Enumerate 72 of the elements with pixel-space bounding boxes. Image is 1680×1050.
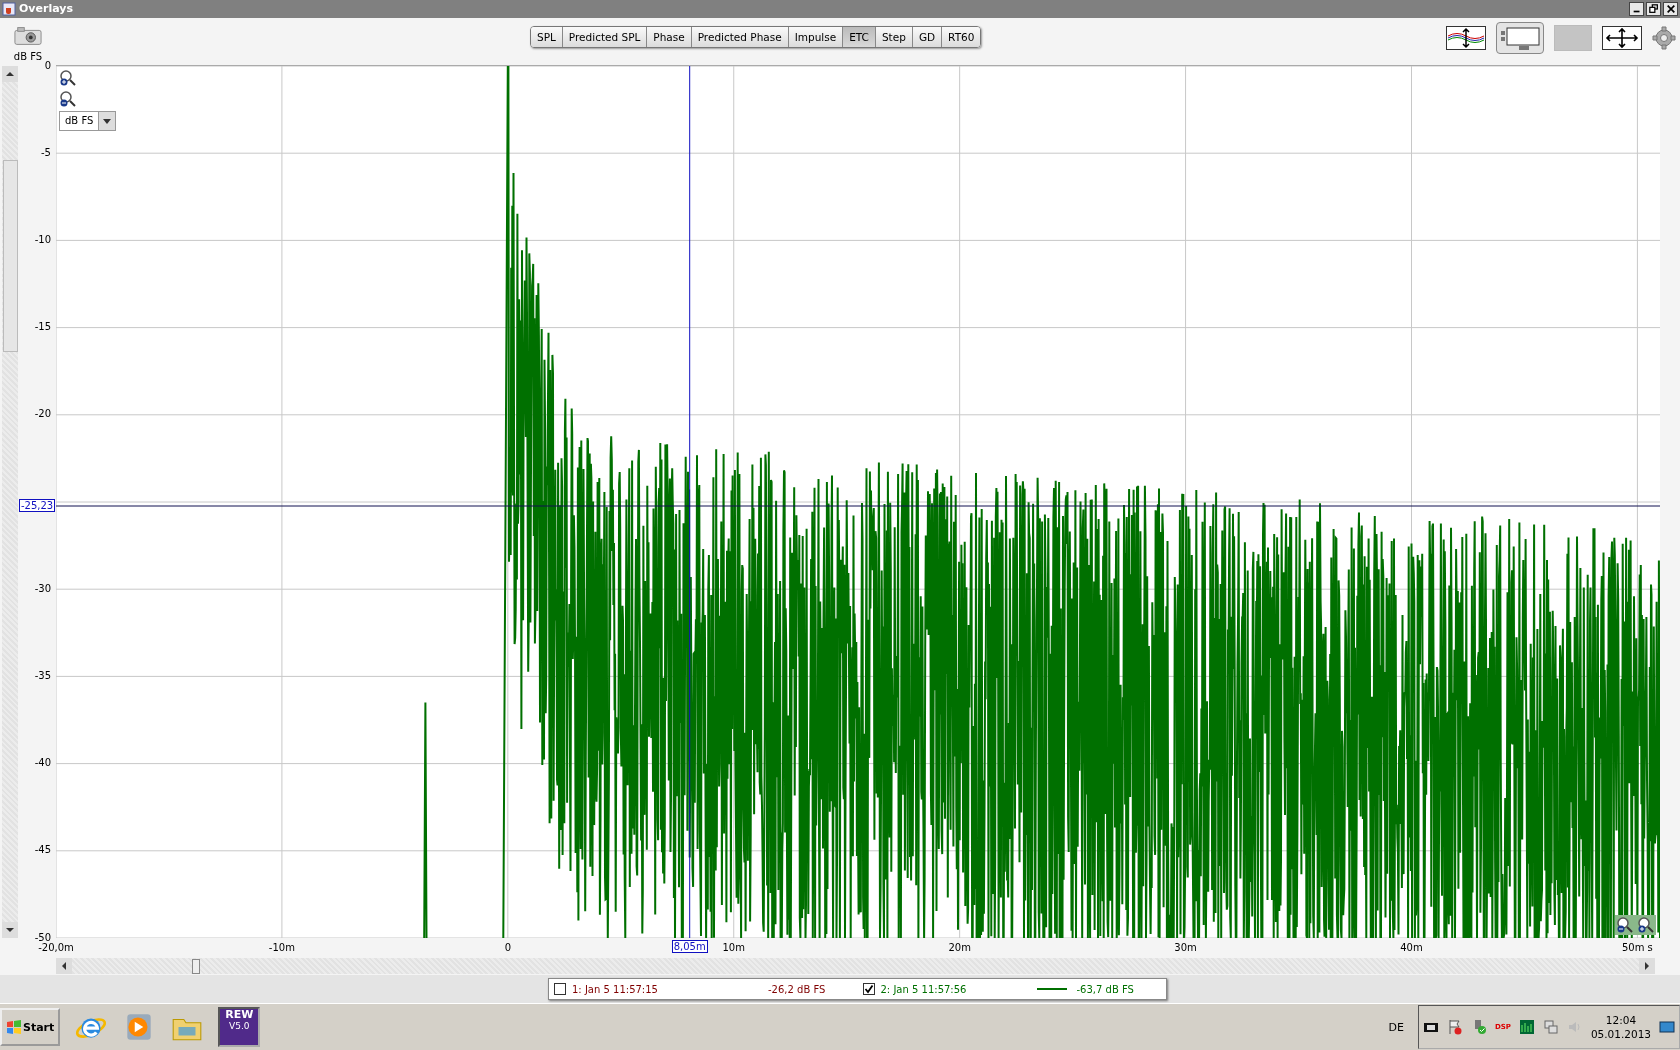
vertical-scrollbar[interactable] [2,65,18,938]
x-axis-label: -10m [268,941,295,953]
graph-tab[interactable]: Predicted Phase [690,26,788,47]
y-axis-label: -35 [34,670,51,682]
y-axis-label: 0 [44,59,51,71]
x-axis-label: 50m s [1622,941,1653,953]
zoom-in-icon[interactable] [1637,915,1655,934]
vertical-scale-button[interactable] [1446,25,1486,50]
scroll-left-icon[interactable] [56,957,72,974]
unit-dropdown[interactable]: dB FS [59,110,117,131]
y-axis-label: -15 [34,321,51,333]
clock-date[interactable]: 05.01.2013 [1590,1027,1651,1042]
windows-logo-icon[interactable] [6,1019,22,1036]
start-button[interactable]: Start [0,1008,61,1047]
network-icon[interactable] [1542,1019,1559,1036]
graph-tab[interactable]: Impulse [787,26,843,47]
measurement-label: 1: Jan 5 11:57:15 [572,983,659,995]
zoom-in-icon[interactable] [59,68,77,87]
cursor-value: -26,2 dB FS [768,983,826,995]
x-axis-label: -20,0m [38,941,74,953]
window-title: Overlays [19,2,73,16]
scroll-thumb[interactable] [3,159,18,352]
zoom-out-icon[interactable] [1616,915,1634,934]
settings-icon[interactable] [1652,25,1676,50]
checkbox[interactable] [554,983,566,996]
x-axis-label: 10m [722,941,745,953]
app-logo-version: V5.0 [229,1021,250,1032]
scroll-up-icon[interactable] [2,65,18,82]
flag-icon[interactable] [1446,1019,1463,1036]
graph-tab[interactable]: Predicted SPL [561,26,647,47]
cursor-level-label: -25,23 [19,498,56,512]
y-axis-label: -50 [34,931,51,943]
graph-tab[interactable]: ETC [842,26,875,47]
zoom-out-icon[interactable] [59,89,77,108]
camera-button[interactable] [14,25,42,46]
y-axis-label: -20 [34,408,51,420]
horizontal-scrollbar[interactable] [56,957,1655,974]
y-axis-label: -45 [34,844,51,856]
rew-app-button[interactable]: REW V5.0 [218,1007,261,1048]
cursor-value: -63,7 dB FS [1076,983,1134,995]
x-axis-label: 0 [504,941,511,953]
scroll-down-icon[interactable] [2,921,18,938]
caret-icon[interactable] [98,111,116,130]
y-axis-label: -5 [41,146,51,158]
checkbox[interactable] [862,983,875,996]
time-cursor-line[interactable] [689,65,691,938]
layout-button[interactable] [1496,21,1544,54]
graph-tab[interactable]: Phase [646,26,691,47]
blank-panel-icon [1554,24,1592,51]
graph-tab[interactable]: GD [911,26,942,47]
graph-tab[interactable]: SPL [531,26,562,47]
show-desktop-icon[interactable] [1659,1019,1675,1036]
cursor-time-label: 8,05m [671,939,708,953]
x-axis-label: 30m [1174,941,1197,953]
x-axis-label: 40m [1400,941,1423,953]
scroll-thumb[interactable] [192,958,200,974]
y-axis-label: -40 [34,757,51,769]
fit-arrows-button[interactable] [1602,25,1642,50]
scroll-right-icon[interactable] [1639,957,1655,974]
language-indicator[interactable]: DE [1388,1020,1404,1034]
cup-icon [2,1,16,16]
graph-tab[interactable]: RT60 [941,26,981,47]
app-logo-title: REW [225,1009,254,1022]
measurement-label: 2: Jan 5 11:57:56 [880,983,968,995]
x-axis-label: 20m [948,941,971,953]
axis-unit-label: dB FS [13,50,43,62]
level-cursor-line[interactable] [56,505,1660,507]
clock-time[interactable]: 12:04 [1605,1013,1637,1028]
y-axis-label: -10 [34,234,51,246]
graph-tab[interactable]: Step [874,26,912,47]
equalizer-icon[interactable] [1518,1019,1535,1036]
y-axis-label: -30 [34,582,51,594]
